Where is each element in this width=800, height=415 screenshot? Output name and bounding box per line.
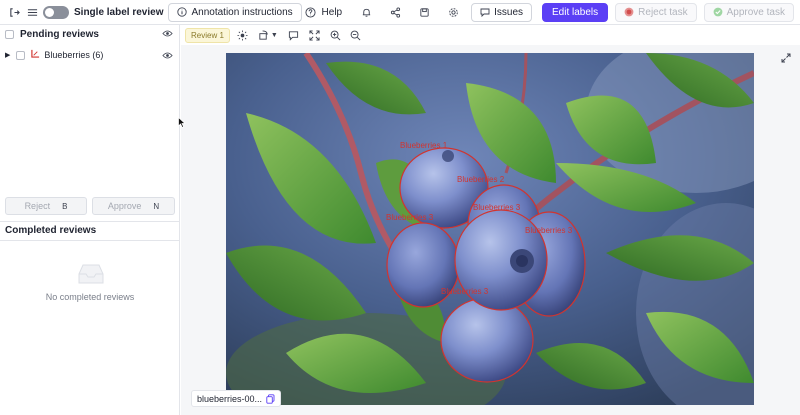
- reject-button[interactable]: Reject B: [5, 197, 87, 215]
- bounding-box-icon: [31, 49, 40, 61]
- top-toolbar: Single label review Annotation instructi…: [0, 0, 800, 25]
- help-icon[interactable]: [305, 6, 317, 18]
- single-label-toggle[interactable]: [43, 5, 69, 19]
- info-icon: [177, 7, 188, 17]
- filename-chip[interactable]: blueberries-00...: [191, 390, 282, 407]
- fit-screen-icon[interactable]: [309, 29, 320, 41]
- annotation-label[interactable]: Blueberries 3: [473, 203, 520, 212]
- canvas-toolbar: Review 1 ▼: [181, 25, 800, 45]
- pending-reviews-header: Pending reviews: [0, 25, 180, 43]
- completed-reviews-header: Completed reviews: [0, 221, 180, 239]
- copy-icon[interactable]: [266, 393, 275, 404]
- issues-label: Issues: [494, 6, 524, 18]
- expand-caret-icon[interactable]: ▶: [5, 51, 10, 59]
- annotation-label[interactable]: Blueberries 2: [457, 175, 504, 184]
- approve-icon: [713, 7, 723, 17]
- completed-reviews-title: Completed reviews: [5, 224, 97, 236]
- class-label: Blueberries (6): [44, 50, 104, 60]
- annotation-label[interactable]: Blueberries 3: [441, 287, 488, 296]
- empty-inbox-icon: [76, 262, 106, 289]
- list-item[interactable]: ▶ Blueberries (6): [0, 46, 180, 64]
- blueberries-image[interactable]: [226, 53, 754, 405]
- approve-shortcut: N: [153, 201, 160, 211]
- pending-reviews-title: Pending reviews: [20, 28, 99, 40]
- approve-task-button[interactable]: Approve task: [703, 2, 794, 22]
- brightness-icon[interactable]: [237, 29, 248, 41]
- review-badge[interactable]: Review 1: [185, 27, 230, 43]
- edit-labels-label: Edit labels: [552, 6, 599, 18]
- help-label[interactable]: Help: [322, 7, 343, 18]
- chevron-down-icon[interactable]: ▼: [271, 32, 278, 39]
- save-icon[interactable]: [418, 6, 430, 18]
- reject-icon: [624, 7, 634, 17]
- comment-tool-icon[interactable]: [288, 30, 299, 41]
- exit-icon[interactable]: [8, 6, 20, 18]
- eye-icon[interactable]: [162, 29, 173, 41]
- single-label-review-label: Single label review: [74, 6, 164, 18]
- comment-icon: [480, 8, 490, 17]
- review-panel: Pending reviews ▶ Blueberries (6) Reject…: [0, 25, 180, 415]
- reject-task-label: Reject task: [638, 6, 688, 18]
- divider: [0, 240, 180, 241]
- item-checkbox[interactable]: [16, 50, 26, 60]
- filename-label: blueberries-00...: [197, 393, 263, 404]
- item-eye-icon[interactable]: [162, 51, 173, 63]
- gear-icon[interactable]: [447, 6, 459, 18]
- zoom-in-icon[interactable]: [330, 30, 341, 41]
- no-completed-reviews-text: No completed reviews: [45, 292, 135, 302]
- rotate-icon[interactable]: [258, 29, 269, 41]
- annotation-instructions-label: Annotation instructions: [191, 6, 293, 18]
- expand-icon[interactable]: [781, 53, 791, 66]
- mouse-cursor: [178, 116, 186, 131]
- approve-task-label: Approve task: [726, 6, 785, 18]
- annotation-label[interactable]: Blueberries 3: [386, 213, 433, 222]
- zoom-out-icon[interactable]: [350, 30, 361, 41]
- reject-shortcut: B: [62, 201, 68, 211]
- approve-button[interactable]: Approve N: [92, 197, 175, 215]
- edit-labels-button[interactable]: Edit labels: [542, 2, 609, 22]
- reject-task-button[interactable]: Reject task: [615, 2, 697, 22]
- approve-label: Approve: [107, 201, 142, 211]
- share-icon[interactable]: [389, 6, 401, 18]
- menu-icon[interactable]: [26, 6, 38, 18]
- annotation-label[interactable]: Blueberries 1: [400, 141, 447, 150]
- reject-label: Reject: [24, 201, 51, 211]
- pending-select-all-checkbox[interactable]: [5, 29, 14, 39]
- bell-icon[interactable]: [360, 6, 372, 18]
- annotation-instructions-button[interactable]: Annotation instructions: [168, 2, 302, 22]
- issues-button[interactable]: Issues: [471, 2, 533, 22]
- annotation-label[interactable]: Blueberries 3: [525, 226, 572, 235]
